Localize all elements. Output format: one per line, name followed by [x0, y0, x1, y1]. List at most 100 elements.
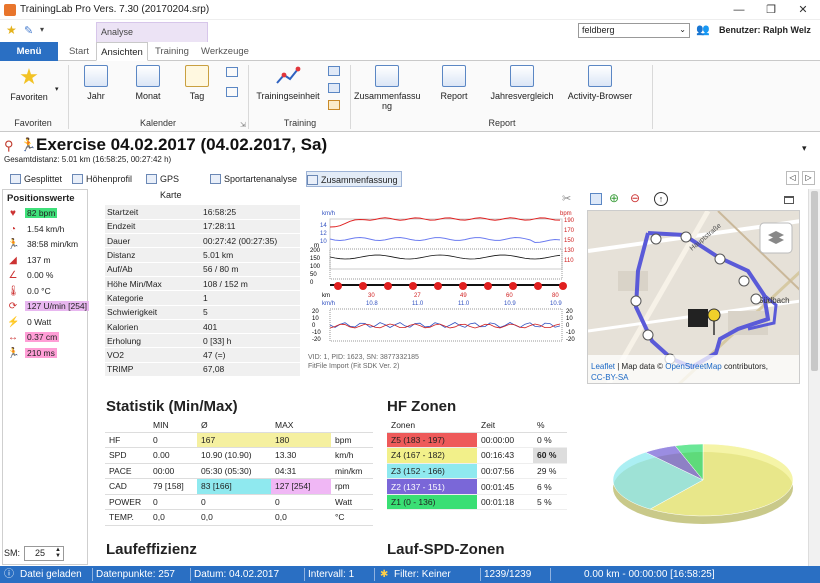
tab-training[interactable]: Training — [150, 42, 194, 61]
dropdown-arrow-icon[interactable]: ▾ — [55, 85, 59, 93]
tab-sportartenanalyse[interactable]: Sportartenanalyse — [210, 171, 300, 187]
group-label-report: Report — [488, 118, 516, 128]
hf-cell: 00:00:00 — [477, 432, 533, 449]
zusammenfassung-button[interactable]: Zusammenfassu ng — [354, 65, 421, 111]
tools-icon[interactable]: ✂ — [562, 192, 571, 205]
summary-row: Endzeit 17:28:11 — [105, 219, 300, 235]
pencil-icon[interactable] — [328, 100, 340, 110]
y-right-tick: 170 — [564, 228, 575, 234]
stats-cell: PACE — [105, 463, 149, 479]
edit-icon[interactable]: ✎ — [24, 24, 33, 37]
y-left-tick: 12 — [320, 231, 327, 237]
dropdown-arrow-icon[interactable]: ▾ — [40, 25, 44, 34]
users-icon: 👥 — [696, 24, 710, 36]
layers-icon[interactable] — [759, 222, 793, 254]
zoom-out-icon[interactable]: ⊖ — [630, 191, 640, 205]
list-icon[interactable] — [226, 67, 238, 77]
stats-cell: 00:00 — [149, 463, 197, 479]
grid-icon[interactable] — [226, 87, 238, 97]
dropdown-arrow-icon[interactable]: ▾ — [802, 143, 807, 154]
runner-icon: 🏃 — [7, 239, 20, 250]
zoom-in-icon[interactable]: ⊕ — [609, 191, 619, 205]
stats-cell: 0.00 — [149, 447, 197, 464]
user-select[interactable]: feldberg ⌄ — [578, 23, 690, 38]
x-tick-speed: 11.0 — [412, 301, 424, 307]
tag-button[interactable]: Tag — [180, 65, 214, 101]
scroll-right-button[interactable]: ▷ — [802, 171, 815, 185]
lower-tick-right: 10 — [566, 316, 573, 322]
group-label-favoriten: Favoriten — [14, 118, 52, 128]
status-position: 0.00 km - 00:00:00 [16:58:25] — [584, 569, 715, 580]
position-value-row: 🌡 0.0 °C — [3, 284, 87, 300]
zoom-extent-icon[interactable] — [590, 193, 602, 205]
stats-title: Statistik (Min/Max) — [106, 398, 238, 415]
jahr-button[interactable]: Jahr — [78, 65, 114, 101]
jahresvergleich-button[interactable]: Jahresvergleich — [488, 65, 556, 101]
table-icon[interactable] — [328, 66, 340, 76]
position-value-row: ∠ 0.00 % — [3, 268, 87, 284]
lower-tick-left: 20 — [312, 309, 319, 315]
bar-chart-icon[interactable] — [328, 83, 340, 93]
stats-cell: 05:30 (05:30) — [197, 463, 271, 479]
status-filter: Filter: Keiner — [394, 569, 451, 580]
tab-start[interactable]: Start — [62, 42, 96, 61]
tab-gesplittet[interactable]: Gesplittet — [10, 171, 64, 187]
elevation-frame — [329, 248, 563, 280]
status-datapoints: Datenpunkte: 257 — [96, 569, 175, 580]
analysis-icon — [210, 174, 221, 184]
gps-map[interactable]: Hauptstraße Südbach Leaflet | Map data ©… — [587, 210, 800, 384]
y-right-tick: 190 — [564, 218, 575, 224]
tab-zusammenfassung[interactable]: Zusammenfassung — [306, 171, 402, 187]
position-value-row: ↔ 0.37 cm — [3, 330, 87, 346]
sm-spinner[interactable]: 25 ▲ ▼ — [24, 546, 64, 561]
title-bar: TrainingLab Pro Vers. 7.30 (20170204.srp… — [0, 0, 820, 20]
hf-cell: Z3 (152 - 166) — [387, 463, 477, 480]
speed-line — [329, 237, 561, 243]
activity-chart: km/h bpm 190 170 150 130 110 14 12 10 m 200 150 100 50… — [308, 205, 578, 345]
license-link[interactable]: CC-BY-SA — [591, 373, 629, 382]
favoriten-button[interactable]: ★ Favoriten — [6, 64, 52, 103]
exercise-subtitle: Gesamtdistanz: 5.01 km (16:58:25, 00:27:… — [4, 155, 172, 164]
x-tick-speed: 10.9 — [550, 301, 562, 307]
status-divider — [480, 568, 481, 581]
stats-cell: 04:31 — [271, 463, 331, 479]
star-icon[interactable]: ★ — [6, 23, 17, 37]
scrollbar-thumb[interactable] — [811, 191, 818, 371]
stats-row: PACE 00:00 05:30 (05:30) 04:31 min/km — [105, 463, 373, 479]
stats-cell: 0,0 — [197, 509, 271, 526]
north-arrow-icon[interactable]: ↑ — [654, 192, 668, 206]
ribbon-tabs: Menü Start Ansichten Training Werkzeuge — [0, 42, 820, 61]
vertical-scrollbar[interactable] — [808, 189, 820, 566]
stats-header: MIN — [149, 418, 197, 433]
tab-gps-karte[interactable]: GPS Karte — [146, 171, 202, 200]
close-button[interactable]: ✕ — [788, 1, 818, 19]
tab-ansichten[interactable]: Ansichten — [96, 42, 148, 61]
restore-button[interactable]: ❐ — [756, 1, 786, 19]
osm-link[interactable]: OpenStreetMap — [665, 362, 721, 371]
maximize-map-icon[interactable] — [784, 196, 794, 204]
menu-button[interactable]: Menü — [0, 42, 58, 61]
leaflet-link[interactable]: Leaflet — [591, 362, 615, 371]
position-value-row: 🏃 38:58 min/km — [3, 237, 87, 253]
minimize-button[interactable]: — — [724, 1, 754, 19]
stats-cell: km/h — [331, 447, 373, 464]
x-tick-speed: 10.8 — [366, 301, 378, 307]
summary-key: Startzeit — [105, 205, 201, 220]
star-icon: ★ — [19, 64, 39, 89]
summary-row: Kategorie 1 — [105, 290, 300, 306]
lower-tick-right: 0 — [566, 323, 570, 329]
tab-werkzeuge[interactable]: Werkzeuge — [198, 42, 252, 61]
trainingseinheit-button[interactable]: Trainingseinheit — [254, 65, 322, 101]
scroll-left-button[interactable]: ◁ — [786, 171, 799, 185]
stats-cell: HF — [105, 432, 149, 448]
import-info: FitFile Import (Fit SDK Ver. 2) — [308, 363, 400, 370]
ylabel-left: km/h — [322, 211, 335, 217]
monat-button[interactable]: Monat — [128, 65, 168, 101]
activity-browser-button[interactable]: Activity-Browser — [564, 65, 636, 101]
summary-row: Dauer 00:27:42 (00:27:35) — [105, 233, 300, 249]
cadence-icon: ⟳ — [8, 301, 18, 312]
tab-hoehenprofil[interactable]: Höhenprofil — [72, 171, 138, 187]
dialog-launcher-icon[interactable]: ⇲ — [240, 121, 246, 129]
spinner-arrows-icon[interactable]: ▲ ▼ — [55, 547, 61, 559]
report-button[interactable]: Report — [432, 65, 476, 101]
